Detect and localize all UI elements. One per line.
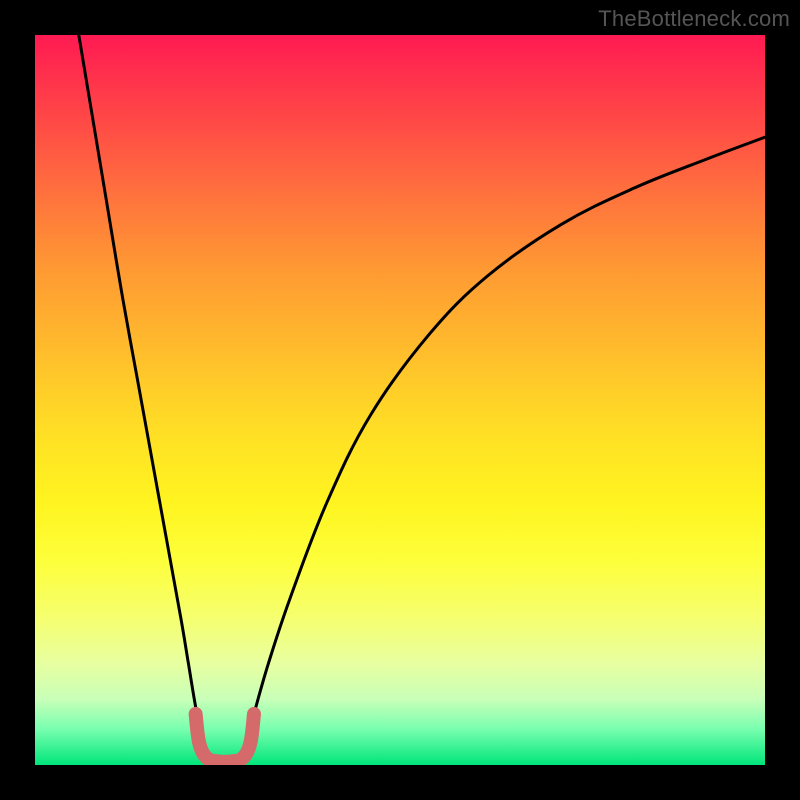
curve-left <box>79 35 210 765</box>
plot-area <box>35 35 765 765</box>
curve-right <box>239 137 765 765</box>
credit-label: TheBottleneck.com <box>598 6 790 32</box>
chart-svg <box>35 35 765 765</box>
valley-marker <box>196 714 254 762</box>
chart-container: TheBottleneck.com <box>0 0 800 800</box>
